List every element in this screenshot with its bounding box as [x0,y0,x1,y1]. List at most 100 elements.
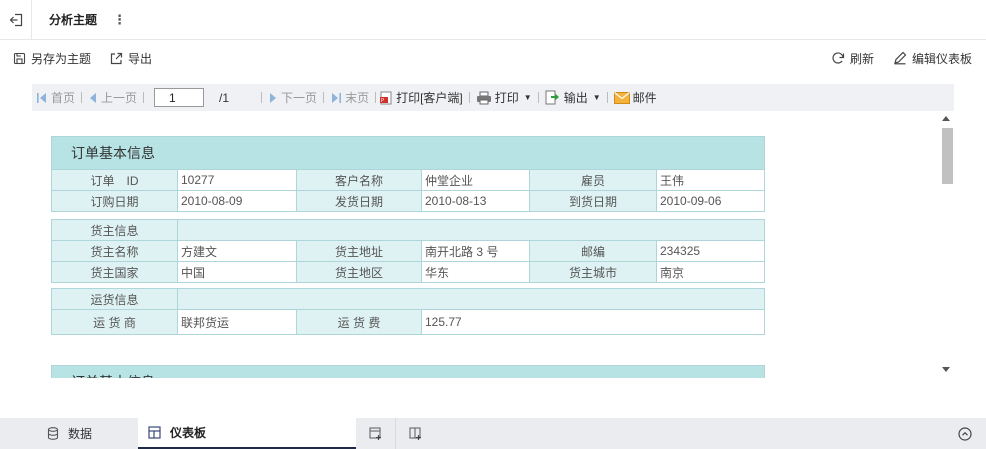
separator [323,92,325,103]
output-button[interactable]: 输出 ▼ [545,89,601,106]
pdf-print-icon: P [380,91,392,104]
refresh-icon [832,52,845,64]
more-menu-icon[interactable]: ⋮ [113,12,126,28]
table-row: 货主信息 [51,219,766,241]
table-row: 运货信息 [51,288,766,310]
last-page-button[interactable]: 末页 [330,89,369,106]
freight-info-title: 运货信息 [51,288,178,310]
edit-icon [894,51,907,65]
chevron-up-circle-icon [958,426,972,441]
order-id-label: 订单 ID [51,169,178,191]
blank-cell [176,219,766,241]
carrier-label: 运 货 商 [51,309,178,335]
order-id-value: 10277 [177,169,297,191]
separator [606,92,608,103]
carrier-value: 联邦货运 [177,309,297,335]
export-icon [110,52,123,64]
add-dashboard-icon [368,427,381,440]
separator [468,92,470,103]
save-as-theme-label: 另存为主题 [31,51,92,66]
collapse-toggle-button[interactable] [944,418,986,449]
exit-button[interactable] [0,0,32,40]
exit-icon [9,13,22,26]
order-date-value: 2010-08-09 [177,190,297,212]
action-bar: 另存为主题 导出 刷新 编辑仪表板 [0,41,986,75]
next-page-label: 下一页 [281,91,318,105]
report-toolbar: 首页 上一页 1 /1 下一页 末页 P 打印[客户端] 打印 ▼ 输出 ▼ 邮… [32,84,954,111]
refresh-label: 刷新 [850,51,875,66]
arrival-date-label: 到货日期 [529,190,657,212]
vertical-scrollbar[interactable] [938,111,954,378]
order-info-title: 订单基本信息 [50,136,766,170]
print-button[interactable]: 打印 ▼ [476,89,532,106]
bottom-tab-bar: 数据 仪表板 [0,418,986,449]
mail-icon [613,91,630,104]
next-order-info-title: 订单基本信息 [51,365,765,378]
customer-name-value: 仲堂企业 [421,169,530,191]
report-body: 订单基本信息 订单 ID 10277 客户名称 仲堂企业 雇员 王伟 订购日期 … [32,111,938,378]
table-row: 货主国家 中国 货主地区 华东 货主城市 南京 [51,261,766,283]
output-icon [545,90,559,105]
edit-dashboard-button[interactable]: 编辑仪表板 [893,50,972,67]
first-page-icon [37,92,46,103]
shipper-region-label: 货主地区 [296,261,422,283]
ship-date-label: 发货日期 [296,190,422,212]
print-client-button[interactable]: P 打印[客户端] [379,89,463,106]
prev-page-button[interactable]: 上一页 [88,89,137,106]
shipper-city-value: 南京 [655,261,766,283]
tab-data-label: 数据 [68,427,93,441]
ship-date-value: 2010-08-13 [421,190,530,212]
freight-cost-label: 运 货 费 [296,309,422,335]
section-header-row: 订单基本信息 [50,136,766,170]
scroll-down-icon[interactable] [942,367,950,372]
first-page-button[interactable]: 首页 [36,89,75,106]
separator [143,92,145,103]
prev-page-icon [90,92,97,103]
shipper-name-value: 方建文 [177,240,297,262]
prev-page-label: 上一页 [101,91,138,105]
export-button[interactable]: 导出 [110,50,152,67]
tab-data[interactable]: 数据 [0,418,138,449]
table-row: 货主名称 方建文 货主地址 南开北路 3 号 邮编 234325 [51,240,766,262]
customer-name-label: 客户名称 [296,169,422,191]
next-order-info-table: 订单基本信息 [51,365,765,378]
print-dropdown-icon: ▼ [523,93,532,102]
table-row: 订单 ID 10277 客户名称 仲堂企业 雇员 王伟 [51,169,766,191]
tab-dashboard[interactable]: 仪表板 [138,418,356,449]
save-as-theme-button[interactable]: 另存为主题 [13,50,91,67]
separator [81,92,83,103]
postcode-value: 234325 [655,240,766,262]
table-row: 运 货 商 联邦货运 运 货 费 125.77 [51,309,766,335]
add-dashboard-button[interactable] [356,418,396,449]
top-header: 分析主题 ⋮ [0,0,986,40]
refresh-button[interactable]: 刷新 [831,50,874,67]
next-page-button[interactable]: 下一页 [268,89,317,106]
add-component-button[interactable] [396,418,436,449]
add-component-icon [409,427,421,440]
freight-cost-value: 125.77 [420,309,766,335]
svg-text:P: P [381,98,384,104]
printer-icon [476,91,491,104]
last-page-label: 末页 [345,91,370,105]
mail-button[interactable]: 邮件 [613,89,657,106]
save-icon [13,52,26,64]
blank-cell [176,288,766,310]
order-info-table: 订单基本信息 订单 ID 10277 客户名称 仲堂企业 雇员 王伟 订购日期 … [50,136,766,212]
postcode-label: 邮编 [529,240,657,262]
shipper-city-label: 货主城市 [529,261,657,283]
database-icon [47,427,59,440]
scroll-up-icon[interactable] [942,116,950,121]
separator [537,92,539,103]
page-number-input[interactable]: 1 [154,88,205,107]
page-total: /1 [219,90,230,105]
shipper-name-label: 货主名称 [51,240,178,262]
next-page-icon [270,92,277,103]
employee-label: 雇员 [529,169,657,191]
edit-dashboard-label: 编辑仪表板 [912,51,973,66]
order-date-label: 订购日期 [51,190,178,212]
export-label: 导出 [128,51,153,66]
page-title: 分析主题 [49,13,98,27]
print-label: 打印 [494,91,519,105]
last-page-icon [332,92,342,103]
scrollbar-thumb[interactable] [942,128,953,184]
